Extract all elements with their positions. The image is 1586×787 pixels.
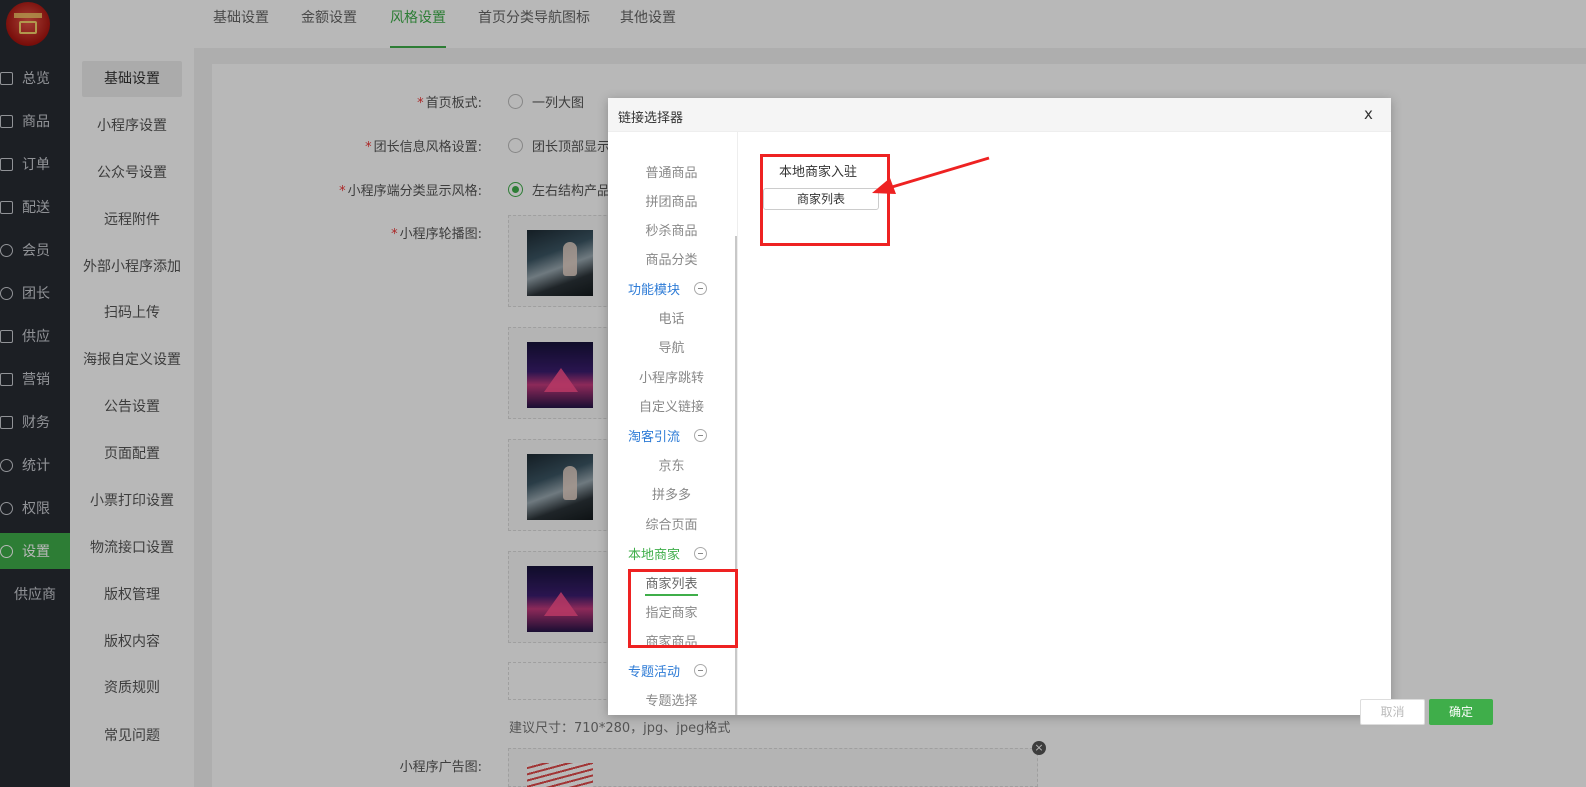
tree-leaf[interactable]: 拼多多 (608, 484, 735, 503)
dialog-header: 链接选择器 x (608, 98, 1391, 132)
tree-group-function[interactable]: 功能模块 (628, 279, 708, 298)
tree-leaf[interactable]: 拼团商品 (608, 191, 735, 210)
dialog-title: 链接选择器 (618, 111, 684, 126)
close-icon[interactable]: x (1364, 105, 1373, 123)
tree-leaf[interactable]: 导航 (608, 337, 735, 356)
tree-group-local-merchant[interactable]: 本地商家 (628, 544, 708, 563)
tree-leaf[interactable]: 小程序跳转 (608, 367, 735, 386)
confirm-button[interactable]: 确定 (1429, 699, 1493, 725)
tree-leaf[interactable]: 自定义链接 (608, 396, 735, 415)
tree-leaf[interactable]: 专题选择 (608, 690, 735, 709)
annotation-box (628, 569, 738, 648)
collapse-icon[interactable] (694, 664, 708, 677)
collapse-icon[interactable] (694, 282, 708, 295)
tree-leaf[interactable]: 综合页面 (608, 514, 735, 533)
tree-group-taoke[interactable]: 淘客引流 (628, 426, 708, 445)
tree-leaf[interactable]: 电话 (608, 308, 735, 327)
annotation-box (760, 154, 890, 246)
collapse-icon[interactable] (694, 429, 708, 442)
tree-leaf[interactable]: 普通商品 (608, 162, 735, 181)
tree-leaf[interactable]: 秒杀商品 (608, 220, 735, 239)
tree-leaf[interactable]: 商品分类 (608, 249, 735, 268)
collapse-icon[interactable] (694, 547, 708, 560)
tree-leaf[interactable]: 京东 (608, 455, 735, 474)
tree-group-topic[interactable]: 专题活动 (628, 661, 708, 680)
cancel-button[interactable]: 取消 (1360, 699, 1425, 725)
